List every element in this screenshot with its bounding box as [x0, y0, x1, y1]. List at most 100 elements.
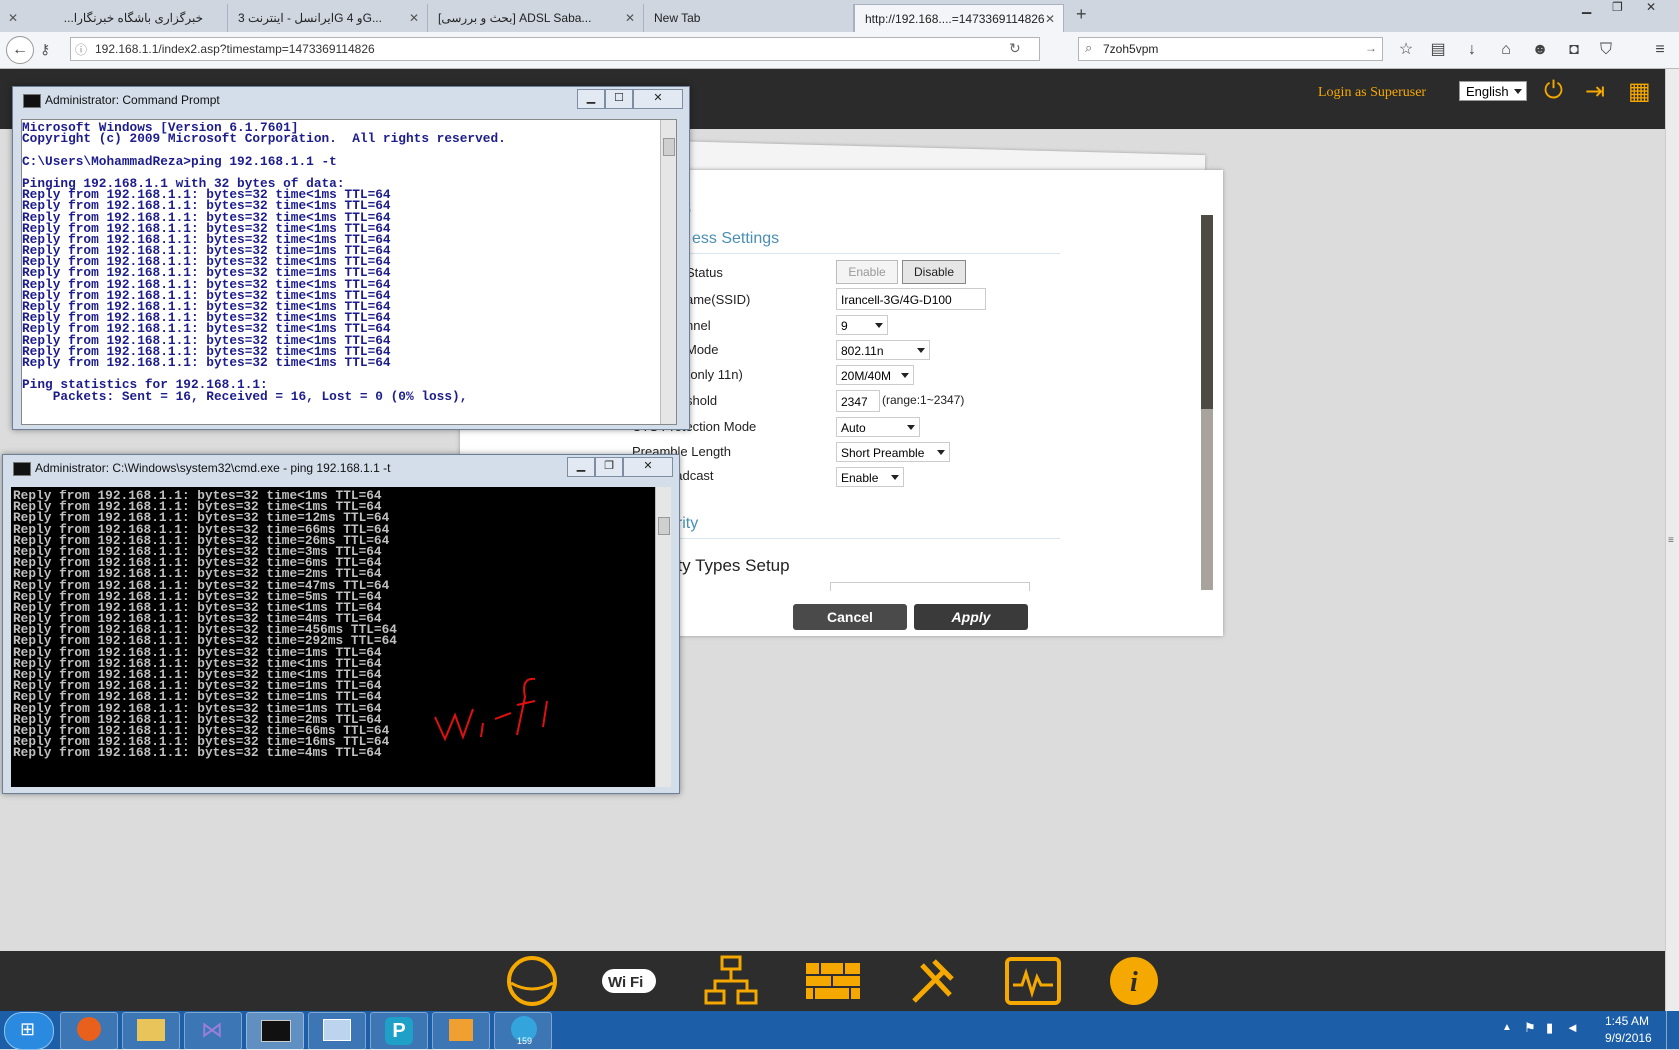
preamble-value: Short Preamble	[841, 446, 925, 460]
back-button[interactable]: ←	[6, 36, 34, 64]
close-icon[interactable]: ✕	[1045, 5, 1055, 32]
firefox-icon	[77, 1017, 101, 1041]
close-icon[interactable]: ✕	[8, 4, 18, 32]
tab-3[interactable]: New Tab	[644, 4, 854, 32]
maximize-icon[interactable]: ☐	[605, 89, 633, 109]
p-app-icon: P	[385, 1017, 413, 1045]
mode-value: 802.11n	[841, 344, 884, 358]
channel-select[interactable]: 9	[836, 315, 888, 335]
key-icon[interactable]: ⚷	[40, 41, 50, 58]
threshold-range-hint: (range:1~2347)	[882, 393, 965, 407]
minimize-icon[interactable]: ▁	[1582, 0, 1591, 14]
chevron-down-icon	[937, 450, 945, 455]
login-superuser-link[interactable]: Login as Superuser	[1318, 85, 1426, 101]
search-input[interactable]: 7zoh5vpm	[1103, 42, 1158, 56]
info-icon[interactable]: i	[1106, 955, 1162, 1007]
page-scrollbar[interactable]: ≡	[1665, 69, 1679, 1011]
close-icon[interactable]: ✕	[1646, 0, 1656, 14]
shield-icon[interactable]: ⛉	[1596, 40, 1616, 60]
panel-scrollbar[interactable]	[1201, 215, 1213, 590]
tab-0[interactable]: خبرگزاری باشگاه خبرنگارا... ✕	[0, 4, 228, 32]
url-bar[interactable]: ⓘ 192.168.1.1/index2.asp?timestamp=14733…	[70, 37, 1040, 61]
show-desktop-button[interactable]	[1666, 1011, 1679, 1049]
cancel-button[interactable]: Cancel	[793, 604, 907, 630]
action-center-icon[interactable]: ⚑	[1524, 1020, 1536, 1036]
restore-icon[interactable]: ❐	[1612, 0, 1623, 14]
reload-icon[interactable]: ↻	[1009, 40, 1021, 57]
close-icon[interactable]: ✕	[409, 4, 419, 32]
grid-menu-icon[interactable]: ▦	[1628, 77, 1651, 106]
threshold-input[interactable]: 2347	[836, 390, 880, 412]
search-box[interactable]: ⌕ 7zoh5vpm →	[1078, 37, 1383, 61]
bookmark-star-icon[interactable]: ☆	[1396, 40, 1416, 60]
scrollbar-thumb[interactable]	[663, 138, 675, 156]
notification-badge: 159	[517, 1036, 533, 1046]
windows-logo-icon: ⊞	[20, 1019, 36, 1039]
disable-button[interactable]: Disable	[902, 260, 966, 284]
scrollbar-thumb[interactable]	[658, 517, 670, 535]
bandwidth-select[interactable]: 20M/40M	[836, 365, 914, 385]
internet-globe-icon[interactable]	[504, 955, 560, 1007]
firewall-icon[interactable]	[804, 955, 860, 1007]
restore-icon[interactable]: ❐	[595, 457, 623, 477]
panel-scrollbar-thumb[interactable]	[1201, 215, 1213, 409]
taskbar-firefox[interactable]	[60, 1012, 118, 1050]
taskbar-visual-studio[interactable]: ⋈	[184, 1012, 242, 1050]
network-icon[interactable]	[702, 955, 758, 1007]
tab-2[interactable]: [بحث و بررسی] ADSL Saba... ✕	[428, 4, 644, 32]
console-scrollbar[interactable]	[660, 120, 676, 424]
window-controls: ▁ ❐ ✕	[1576, 0, 1679, 18]
bookmarks-list-icon[interactable]: ▤	[1428, 40, 1448, 60]
chat-icon[interactable]: ☻	[1530, 40, 1550, 60]
console-scrollbar[interactable]	[655, 487, 671, 787]
tab-active[interactable]: http://192.168....=1473369114826 ✕	[854, 4, 1064, 32]
start-button[interactable]: ⊞	[4, 1012, 54, 1050]
status-monitor-icon[interactable]	[1004, 955, 1061, 1007]
broadcast-select[interactable]: Enable	[836, 467, 904, 487]
show-hidden-icons[interactable]: ▲	[1502, 1022, 1512, 1033]
console-line: C:\Users\MohammadReza>ping 192.168.1.1 -…	[22, 153, 337, 169]
minimize-icon[interactable]: ▁	[577, 89, 605, 109]
enable-button[interactable]: Enable	[836, 260, 898, 284]
home-icon[interactable]: ⌂	[1496, 40, 1516, 60]
tools-icon[interactable]	[904, 955, 960, 1007]
clock-date[interactable]: 9/9/2016	[1605, 1031, 1652, 1045]
taskbar-app-p[interactable]: P	[370, 1012, 428, 1050]
window-titlebar[interactable]: Administrator: Command Prompt ▁ ☐ ✕	[13, 87, 689, 113]
taskbar-network[interactable]	[308, 1012, 366, 1050]
mode-label: Mode	[686, 342, 719, 357]
mode-select[interactable]: 802.11n	[836, 340, 930, 360]
computer-icon	[323, 1019, 351, 1041]
volume-icon[interactable]: ◄	[1566, 1020, 1579, 1035]
window-titlebar[interactable]: Administrator: C:\Windows\system32\cmd.e…	[3, 455, 679, 481]
command-prompt-window: Administrator: Command Prompt ▁ ☐ ✕ Micr…	[12, 86, 690, 430]
tab-1[interactable]: ایرانسل - اینترنت 3G و 4G... ✕	[228, 4, 428, 32]
minimize-icon[interactable]: ▁	[567, 457, 595, 477]
taskbar-cmd[interactable]	[246, 1012, 304, 1050]
pocket-icon[interactable]: ◘	[1564, 40, 1584, 60]
security-select-partial[interactable]	[830, 582, 1030, 591]
info-icon[interactable]: ⓘ	[75, 41, 87, 58]
close-icon[interactable]: ✕	[625, 4, 635, 32]
taskbar-telegram[interactable]: 159	[494, 1012, 552, 1050]
download-icon[interactable]: ↓	[1462, 40, 1482, 60]
ssid-input[interactable]: Irancell-3G/4G-D100	[836, 288, 986, 310]
cts-protection-select[interactable]: Auto	[836, 417, 920, 437]
close-icon[interactable]: ✕	[623, 457, 673, 477]
taskbar-media[interactable]	[432, 1012, 490, 1050]
channel-value: 9	[841, 319, 848, 333]
menu-icon[interactable]: ≡	[1650, 40, 1670, 60]
network-tray-icon[interactable]: ▮	[1546, 1020, 1553, 1036]
apply-button[interactable]: Apply	[914, 604, 1028, 630]
power-icon[interactable]: ⏻	[1544, 77, 1563, 105]
language-select[interactable]: English	[1459, 81, 1527, 101]
close-icon[interactable]: ✕	[633, 89, 683, 109]
preamble-select[interactable]: Short Preamble	[836, 442, 950, 462]
logout-icon[interactable]: ⇥	[1585, 77, 1605, 106]
new-tab-button[interactable]: +	[1076, 4, 1087, 25]
search-icon: ⌕	[1085, 40, 1093, 55]
taskbar-explorer[interactable]	[122, 1012, 180, 1050]
wifi-icon[interactable]: Wi Fi	[600, 955, 656, 1007]
clock-time[interactable]: 1:45 AM	[1605, 1014, 1649, 1028]
go-arrow-icon[interactable]: →	[1365, 41, 1377, 55]
